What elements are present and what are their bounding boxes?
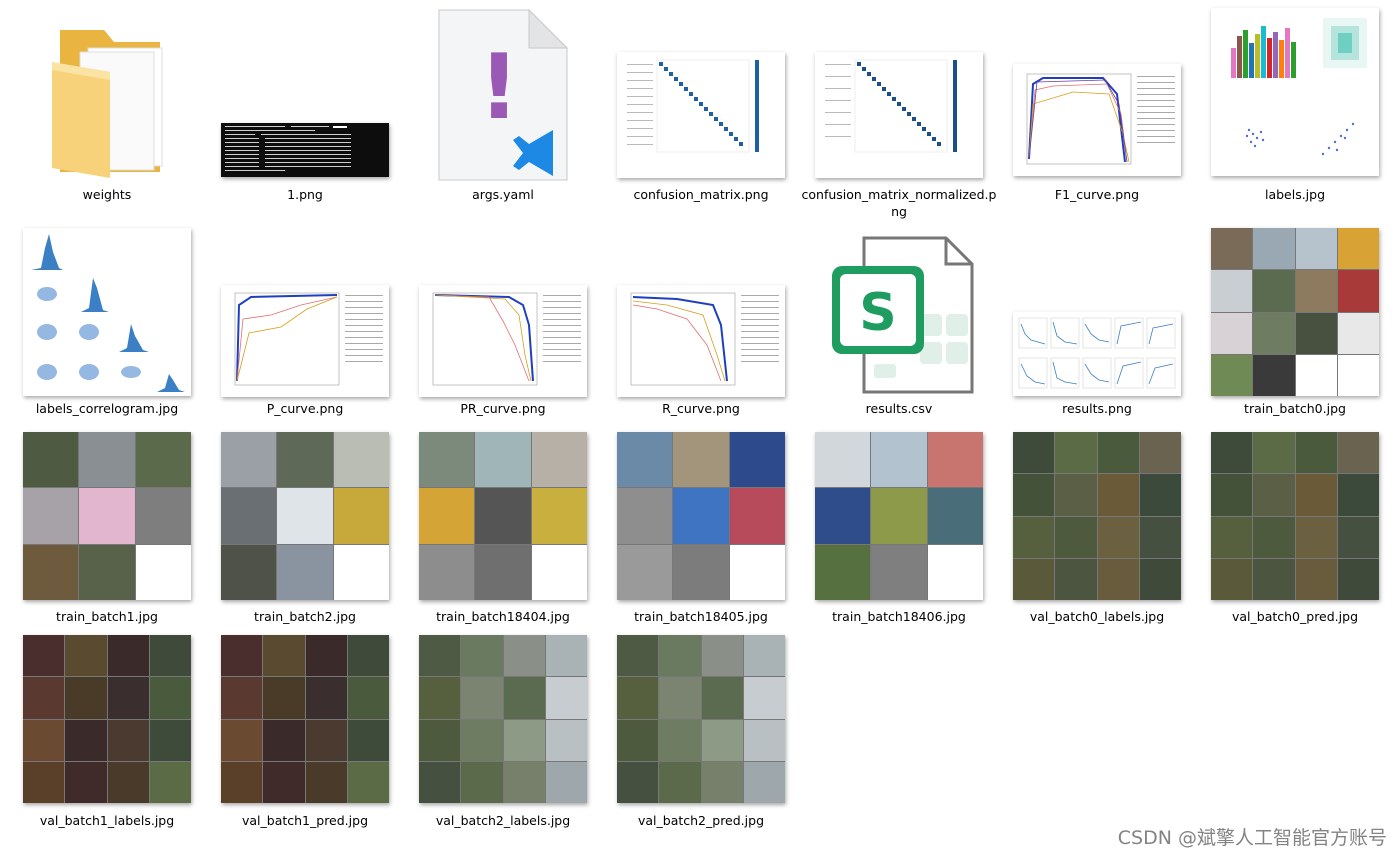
file-name: val_batch1_pred.jpg: [241, 813, 368, 828]
file-name: args.yaml: [472, 187, 534, 202]
file-tile[interactable]: F1_curve.png: [998, 0, 1196, 220]
image-thumbnail: [617, 432, 785, 600]
watermark: CSDN @斌擎人工智能官方账号: [1117, 827, 1387, 849]
file-tile[interactable]: val_batch0_pred.jpg: [1196, 428, 1393, 628]
r-curve-thumbnail: [617, 285, 785, 397]
file-tile[interactable]: R_curve.png: [602, 222, 800, 427]
image-thumbnail: [1211, 432, 1379, 600]
folder-icon: [42, 22, 172, 182]
file-name: results.png: [1062, 401, 1132, 416]
confusion-matrix-thumbnail: [617, 52, 785, 178]
file-tile[interactable]: labels_correlogram.jpg: [8, 222, 206, 427]
file-tile[interactable]: results.png: [998, 222, 1196, 427]
image-thumbnail: [815, 432, 983, 600]
file-name: F1_curve.png: [1054, 187, 1140, 202]
file-name: val_batch1_labels.jpg: [39, 813, 175, 828]
image-thumbnail: [419, 635, 587, 803]
image-thumbnail: [221, 635, 389, 803]
file-tile[interactable]: P_curve.png: [206, 222, 404, 427]
yaml-file-icon: !: [437, 8, 569, 182]
file-tile[interactable]: confusion_matrix_normalized.png: [800, 0, 998, 220]
labels-thumbnail: [1211, 8, 1379, 176]
file-grid: weights 1.png ! args.yaml confusion_matr…: [0, 0, 1393, 860]
p-curve-thumbnail: [221, 285, 389, 397]
file-tile[interactable]: val_batch2_labels.jpg: [404, 632, 602, 832]
file-tile[interactable]: val_batch1_labels.jpg: [8, 632, 206, 832]
image-thumbnail: [1013, 432, 1181, 600]
file-name: 1.png: [287, 187, 323, 202]
file-tile[interactable]: weights: [8, 0, 206, 220]
file-tile[interactable]: val_batch0_labels.jpg: [998, 428, 1196, 628]
file-name: labels.jpg: [1264, 187, 1326, 202]
image-thumbnail: [23, 635, 191, 803]
file-tile[interactable]: train_batch1.jpg: [8, 428, 206, 628]
file-tile[interactable]: labels.jpg: [1196, 0, 1393, 220]
confusion-matrix-normalized-thumbnail: [815, 52, 983, 178]
pr-curve-thumbnail: [419, 285, 587, 397]
file-tile[interactable]: ! args.yaml: [404, 0, 602, 220]
results-thumbnail: [1013, 312, 1181, 396]
yaml-glyph: !: [478, 35, 519, 140]
file-name: train_batch18405.jpg: [634, 609, 768, 624]
image-thumbnail: [23, 432, 191, 600]
file-name: val_batch0_pred.jpg: [1231, 609, 1358, 624]
file-name: val_batch2_pred.jpg: [637, 813, 764, 828]
file-name: PR_curve.png: [460, 401, 546, 416]
file-name: val_batch2_labels.jpg: [435, 813, 571, 828]
file-tile[interactable]: confusion_matrix.png: [602, 0, 800, 220]
file-name: confusion_matrix.png: [633, 187, 769, 202]
image-thumbnail: [419, 432, 587, 600]
file-tile[interactable]: train_batch18405.jpg: [602, 428, 800, 628]
file-name: results.csv: [865, 401, 933, 416]
csv-glyph: S: [859, 283, 896, 343]
file-name: train_batch18406.jpg: [832, 609, 966, 624]
image-thumbnail: [1211, 228, 1379, 396]
file-name: train_batch18404.jpg: [436, 609, 570, 624]
terminal-thumbnail: [221, 123, 389, 177]
file-tile[interactable]: S results.csv: [800, 222, 998, 427]
file-tile[interactable]: train_batch2.jpg: [206, 428, 404, 628]
file-tile[interactable]: PR_curve.png: [404, 222, 602, 427]
file-name: train_batch1.jpg: [56, 609, 158, 624]
f1-curve-thumbnail: [1013, 64, 1181, 176]
file-name: weights: [82, 187, 132, 202]
file-tile[interactable]: val_batch2_pred.jpg: [602, 632, 800, 832]
image-thumbnail: [617, 635, 785, 803]
file-name: P_curve.png: [266, 401, 344, 416]
file-name: labels_correlogram.jpg: [35, 401, 179, 416]
file-tile[interactable]: train_batch0.jpg: [1196, 222, 1393, 427]
file-name: train_batch2.jpg: [254, 609, 356, 624]
file-tile[interactable]: val_batch1_pred.jpg: [206, 632, 404, 832]
file-name: train_batch0.jpg: [1244, 401, 1346, 416]
file-name: val_batch0_labels.jpg: [1029, 609, 1165, 624]
file-tile[interactable]: 1.png: [206, 0, 404, 220]
image-thumbnail: [221, 432, 389, 600]
file-name: R_curve.png: [662, 401, 740, 416]
file-tile[interactable]: train_batch18404.jpg: [404, 428, 602, 628]
file-name: confusion_matrix_normalized.png: [801, 187, 997, 219]
correlogram-thumbnail: [23, 228, 191, 396]
csv-file-icon: S: [824, 234, 974, 396]
file-tile[interactable]: train_batch18406.jpg: [800, 428, 998, 628]
